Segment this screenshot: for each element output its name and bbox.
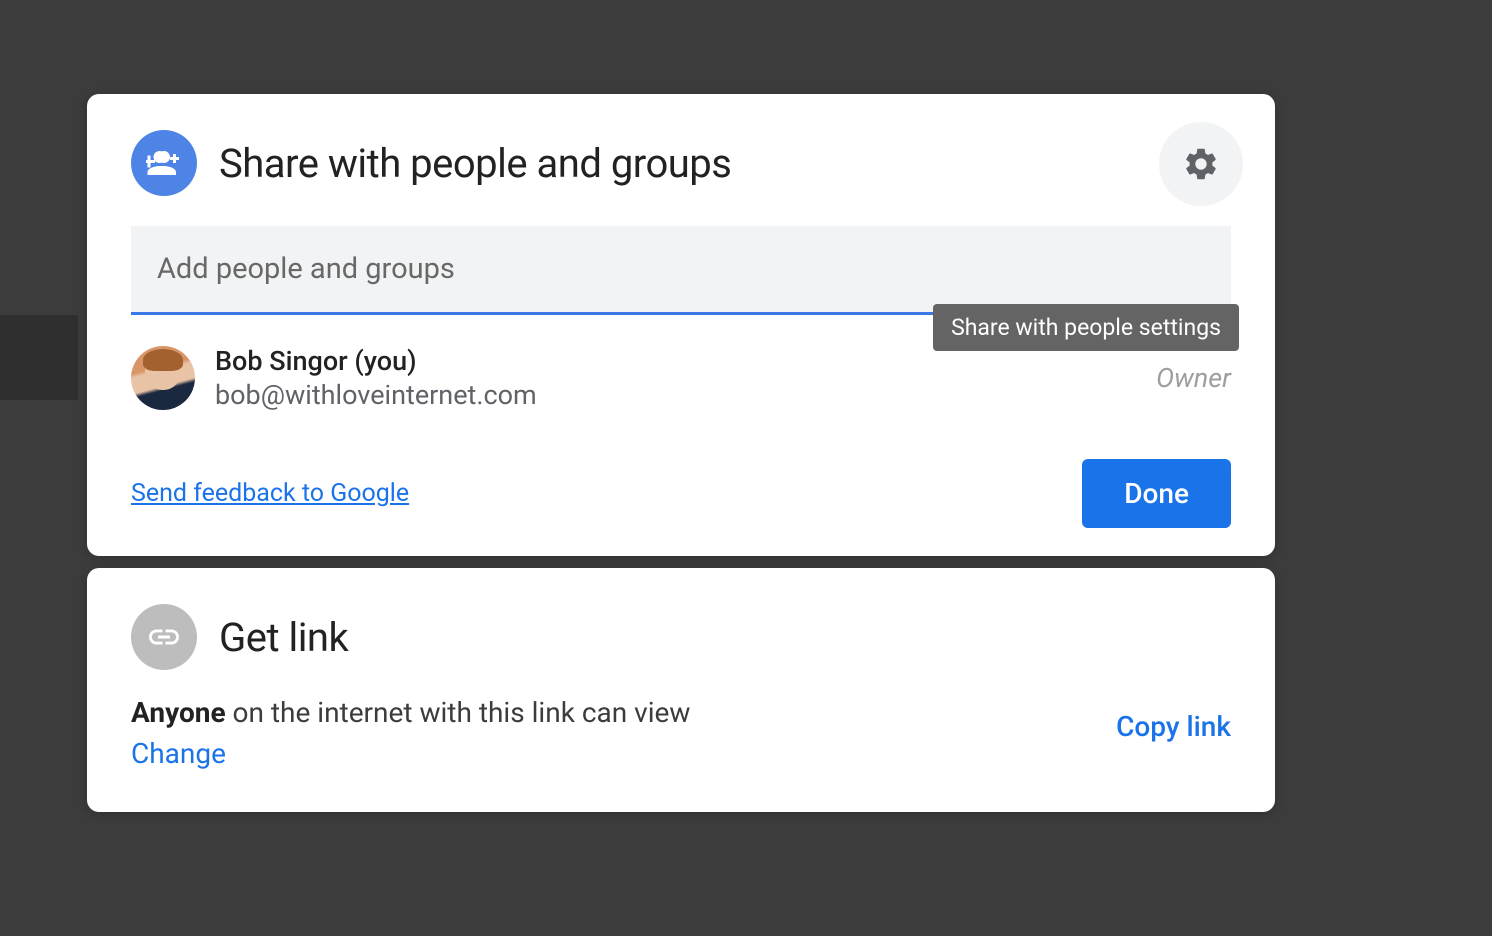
link-desc-rest: on the internet with this link can view <box>226 696 691 729</box>
settings-tooltip: Share with people settings <box>933 304 1239 351</box>
add-people-input[interactable] <box>131 226 1231 315</box>
link-desc-bold: Anyone <box>131 696 226 729</box>
role-label: Owner <box>1156 362 1231 394</box>
link-section: Anyone on the internet with this link ca… <box>131 696 1231 770</box>
gear-icon <box>1182 145 1220 183</box>
link-header: Get link <box>131 604 1231 670</box>
copy-link-button[interactable]: Copy link <box>1116 710 1231 743</box>
share-title: Share with people and groups <box>219 140 731 187</box>
avatar <box>131 346 195 410</box>
share-dialog: Share with people and groups Share with … <box>87 94 1275 556</box>
side-panel <box>0 0 82 400</box>
change-link[interactable]: Change <box>131 737 226 770</box>
get-link-card: Get link Anyone on the internet with thi… <box>87 568 1275 812</box>
done-button[interactable]: Done <box>1082 459 1231 528</box>
side-highlight <box>0 315 78 400</box>
link-description: Anyone on the internet with this link ca… <box>131 696 690 729</box>
feedback-link[interactable]: Send feedback to Google <box>131 479 409 508</box>
share-footer: Send feedback to Google Done <box>131 459 1231 528</box>
person-row: Bob Singor (you) bob@withloveinternet.co… <box>131 345 1231 411</box>
person-email: bob@withloveinternet.com <box>215 379 1156 411</box>
get-link-title: Get link <box>219 614 348 661</box>
person-add-icon <box>131 130 197 196</box>
settings-button[interactable] <box>1159 122 1243 206</box>
share-header: Share with people and groups <box>131 130 1231 196</box>
link-icon <box>131 604 197 670</box>
link-text-block: Anyone on the internet with this link ca… <box>131 696 690 770</box>
person-info: Bob Singor (you) bob@withloveinternet.co… <box>215 345 1156 411</box>
